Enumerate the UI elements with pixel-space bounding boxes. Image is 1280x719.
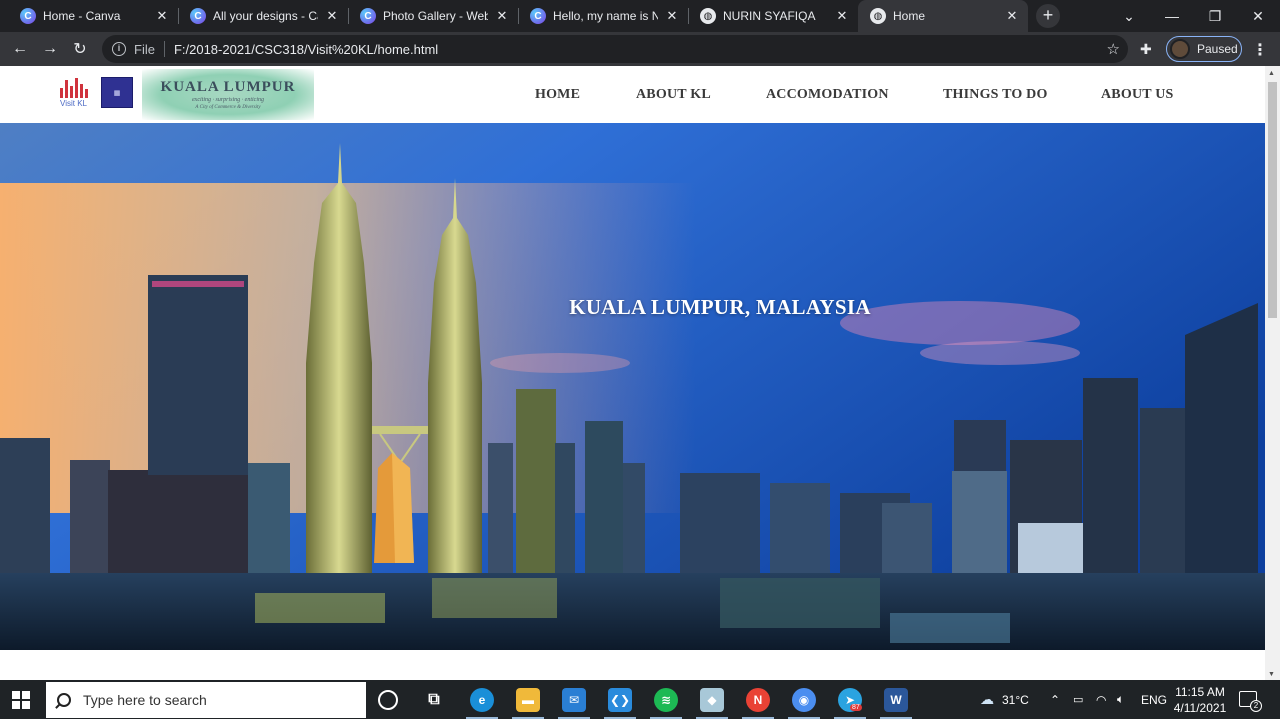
kl-skyline-photo bbox=[0, 123, 1265, 650]
canva-icon: C bbox=[360, 8, 376, 24]
kl-logo-tagline: exciting · surprising · enticing bbox=[192, 97, 264, 103]
minimize-icon[interactable]: — bbox=[1150, 0, 1194, 32]
globe-icon: ◍ bbox=[870, 8, 886, 24]
dbkl-crest-logo: ▦ bbox=[101, 77, 133, 108]
tab-nurin-syafiqa[interactable]: ◍ NURIN SYAFIQA ✕ bbox=[688, 0, 858, 32]
address-bar[interactable]: i File F:/2018-2021/CSC318/Visit%20KL/ho… bbox=[102, 35, 1128, 63]
chrome-icon[interactable]: ◉ bbox=[792, 688, 816, 712]
spotify-icon[interactable]: ≋ bbox=[654, 688, 678, 712]
weather-widget[interactable]: ☁ 31°C bbox=[980, 680, 1029, 719]
tab-title: Home - Canva bbox=[43, 9, 121, 23]
browser-toolbar: ← → ↻ i File F:/2018-2021/CSC318/Visit%2… bbox=[0, 32, 1280, 66]
temperature: 31°C bbox=[1002, 692, 1029, 707]
address-divider bbox=[163, 41, 165, 57]
close-icon[interactable]: ✕ bbox=[494, 8, 510, 24]
show-hidden-icons-chevron-icon[interactable]: ⌃ bbox=[1050, 680, 1060, 719]
bookmark-star-icon[interactable]: ☆ bbox=[1107, 40, 1120, 58]
file-explorer-icon[interactable]: ▬ bbox=[516, 688, 540, 712]
page-viewport: Visit KL ▦ KUALA LUMPUR exciting · surpr… bbox=[0, 66, 1280, 680]
tab-title: Photo Gallery - Websi bbox=[383, 9, 488, 23]
close-icon[interactable]: ✕ bbox=[1004, 8, 1020, 24]
canva-icon: C bbox=[190, 8, 206, 24]
new-tab-button[interactable]: + bbox=[1036, 4, 1060, 28]
forward-arrow-icon[interactable]: → bbox=[38, 37, 62, 61]
avatar bbox=[1170, 39, 1190, 59]
tab-title: Hello, my name is Nur bbox=[553, 9, 658, 23]
telegram-badge: 87 bbox=[850, 704, 862, 711]
visitkl-logo[interactable]: Visit KL bbox=[60, 78, 94, 110]
page-scrollbar[interactable]: ▲ ▼ bbox=[1265, 66, 1280, 680]
reload-icon[interactable]: ↻ bbox=[68, 37, 92, 61]
browser-tab-strip: C Home - Canva ✕ C All your designs - Ca… bbox=[0, 0, 1280, 32]
vscode-icon[interactable]: ❮❯ bbox=[608, 688, 632, 712]
kl-logo-title: KUALA LUMPUR bbox=[160, 79, 296, 95]
task-view-icon[interactable]: ⧉ bbox=[422, 688, 446, 712]
nav-about-kl[interactable]: ABOUT KL bbox=[636, 87, 711, 103]
chrome-profile-icon[interactable]: N bbox=[746, 688, 770, 712]
tab-hello-name[interactable]: C Hello, my name is Nur ✕ bbox=[518, 0, 688, 32]
kuala-lumpur-logo[interactable]: KUALA LUMPUR exciting · surprising · ent… bbox=[142, 69, 314, 120]
volume-icon[interactable]: 🔈︎ bbox=[1117, 680, 1124, 719]
close-icon[interactable]: ✕ bbox=[664, 8, 680, 24]
search-icon bbox=[57, 693, 71, 707]
info-icon[interactable]: i bbox=[112, 42, 126, 56]
windows-taskbar: Type here to search ⧉ e ▬ ✉ ❮❯ ≋ ◆ N ◉ ➤… bbox=[0, 680, 1280, 719]
address-scheme: File bbox=[134, 41, 155, 57]
taskbar-search-box[interactable]: Type here to search bbox=[46, 682, 366, 718]
clock-time: 11:15 AM bbox=[1175, 685, 1225, 699]
tab-all-designs[interactable]: C All your designs - Can ✕ bbox=[178, 0, 348, 32]
address-url[interactable]: F:/2018-2021/CSC318/Visit%20KL/home.html bbox=[174, 42, 438, 57]
cortana-icon[interactable] bbox=[378, 690, 398, 710]
windows-start-icon[interactable] bbox=[12, 691, 30, 709]
wifi-icon[interactable]: ◠ bbox=[1096, 680, 1106, 719]
profile-button[interactable]: Paused bbox=[1166, 36, 1242, 62]
tab-title: Home bbox=[893, 9, 926, 23]
nav-home[interactable]: HOME bbox=[535, 87, 580, 103]
tab-title: NURIN SYAFIQA bbox=[723, 9, 816, 23]
close-icon[interactable]: ✕ bbox=[324, 8, 340, 24]
weather-cloud-icon: ☁ bbox=[980, 691, 994, 707]
nav-accomodation[interactable]: ACCOMODATION bbox=[766, 87, 889, 103]
close-icon[interactable]: ✕ bbox=[154, 8, 170, 24]
site-header: Visit KL ▦ KUALA LUMPUR exciting · surpr… bbox=[0, 66, 1265, 123]
scrollbar-thumb[interactable] bbox=[1268, 82, 1277, 318]
close-icon[interactable]: ✕ bbox=[834, 8, 850, 24]
hero-banner: KUALA LUMPUR, MALAYSIA bbox=[0, 123, 1265, 650]
notification-center-icon[interactable]: 2 bbox=[1239, 691, 1262, 712]
tab-title: All your designs - Can bbox=[213, 9, 318, 23]
nav-things-to-do[interactable]: THINGS TO DO bbox=[943, 87, 1048, 103]
nav-about-us[interactable]: ABOUT US bbox=[1101, 87, 1174, 103]
canva-icon: C bbox=[530, 8, 546, 24]
tab-search-chevron-icon[interactable]: ⌄ bbox=[1107, 0, 1151, 32]
scroll-down-arrow-icon[interactable]: ▼ bbox=[1268, 671, 1275, 678]
restore-icon[interactable]: ❐ bbox=[1193, 0, 1237, 32]
battery-icon[interactable]: ▭ bbox=[1073, 680, 1083, 719]
back-arrow-icon[interactable]: ← bbox=[8, 37, 32, 61]
app-icon[interactable]: ◆ bbox=[700, 688, 724, 712]
profile-status: Paused bbox=[1197, 42, 1238, 56]
hero-title: KUALA LUMPUR, MALAYSIA bbox=[569, 295, 871, 319]
visitkl-skyline-mark bbox=[60, 78, 94, 98]
canva-icon: C bbox=[20, 8, 36, 24]
extensions-puzzle-icon[interactable]: ✚ bbox=[1140, 41, 1156, 57]
globe-icon: ◍ bbox=[700, 8, 716, 24]
edge-icon[interactable]: e bbox=[470, 688, 494, 712]
word-icon[interactable]: W bbox=[884, 688, 908, 712]
input-language[interactable]: ENG bbox=[1141, 680, 1167, 719]
kl-logo-sub: A City of Commerce & Diversity bbox=[195, 105, 261, 110]
window-close-icon[interactable]: ✕ bbox=[1236, 0, 1280, 32]
scroll-up-arrow-icon[interactable]: ▲ bbox=[1268, 70, 1275, 77]
browser-menu-icon[interactable]: ⋮ bbox=[1252, 40, 1268, 60]
tab-home-active[interactable]: ◍ Home ✕ bbox=[858, 0, 1028, 32]
taskbar-search-placeholder: Type here to search bbox=[83, 692, 207, 708]
mail-icon[interactable]: ✉ bbox=[562, 688, 586, 712]
system-clock[interactable]: 11:15 AM 4/11/2021 bbox=[1172, 684, 1228, 716]
notification-count: 2 bbox=[1250, 700, 1262, 712]
clock-date: 4/11/2021 bbox=[1173, 701, 1227, 715]
tab-photo-gallery[interactable]: C Photo Gallery - Websi ✕ bbox=[348, 0, 518, 32]
tab-home-canva[interactable]: C Home - Canva ✕ bbox=[8, 0, 178, 32]
visitkl-label: Visit KL bbox=[60, 99, 87, 108]
